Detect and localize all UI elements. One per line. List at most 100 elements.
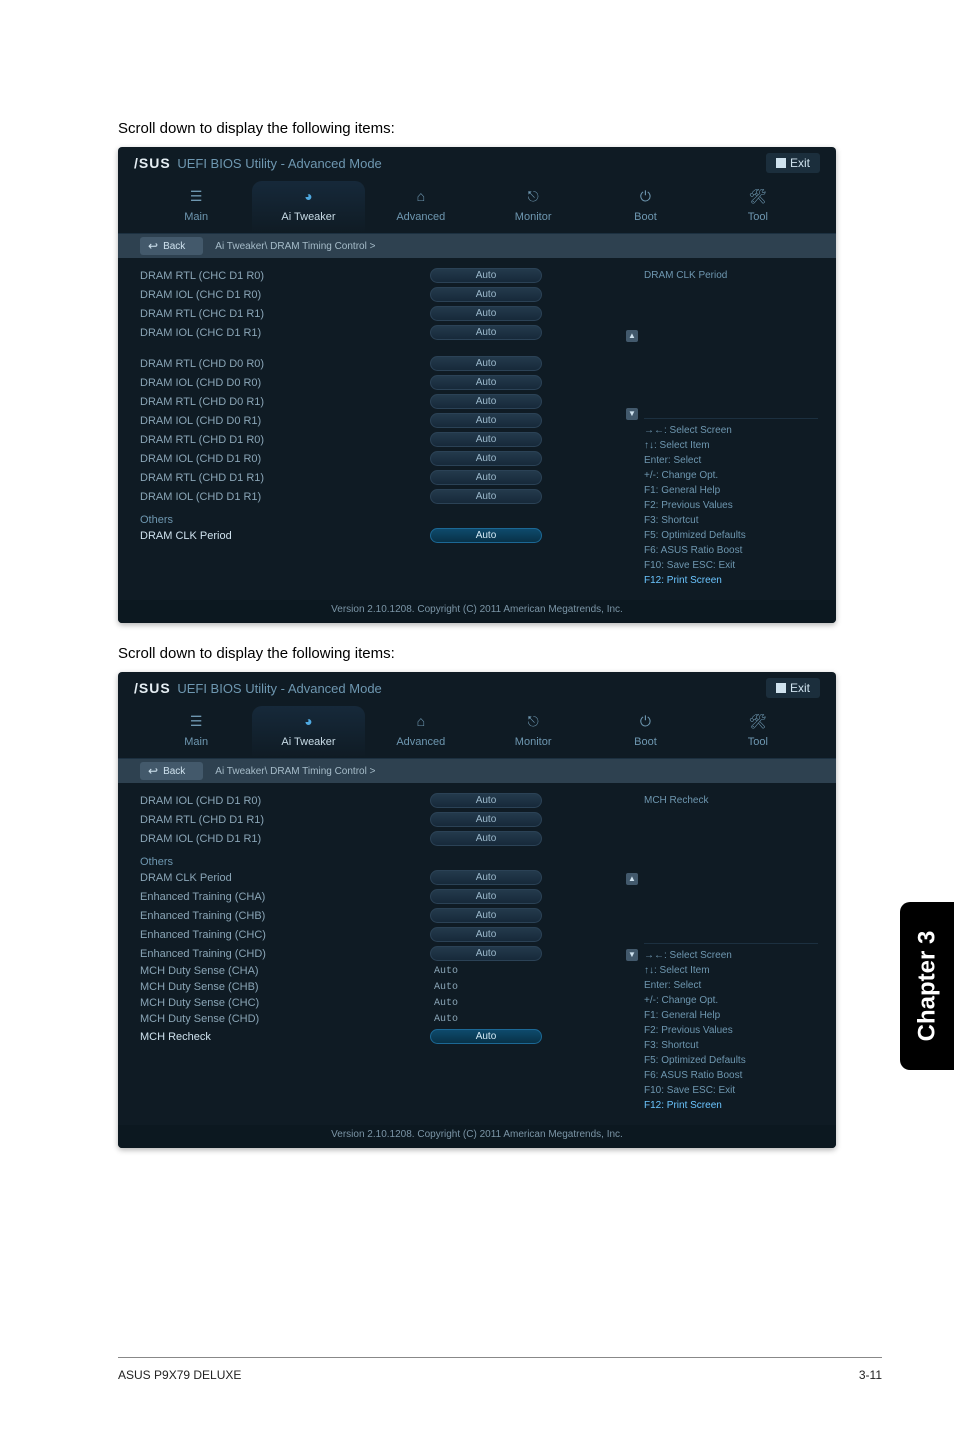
- setting-row[interactable]: DRAM IOL (CHD D0 R0)Auto: [140, 373, 630, 392]
- power-icon: ⏻: [632, 712, 658, 730]
- setting-value[interactable]: Auto: [430, 268, 542, 283]
- caption-1: Scroll down to display the following ite…: [118, 120, 836, 137]
- setting-row[interactable]: DRAM IOL (CHD D1 R0)Auto: [140, 449, 630, 468]
- setting-value-text[interactable]: Auto: [430, 998, 542, 1009]
- tab-mon-label: Monitor: [515, 736, 552, 748]
- exit-icon: [776, 683, 786, 693]
- tab-boot[interactable]: ⏻Boot: [589, 706, 701, 758]
- exit-button[interactable]: Exit: [766, 678, 820, 698]
- setting-value[interactable]: Auto: [430, 946, 542, 961]
- setting-value[interactable]: Auto: [430, 325, 542, 340]
- setting-value[interactable]: Auto: [430, 927, 542, 942]
- setting-label: DRAM RTL (CHD D1 R0): [140, 434, 430, 446]
- help-keys: →←: Select Screen↑↓: Select ItemEnter: S…: [644, 943, 818, 1113]
- setting-row-selected[interactable]: DRAM CLK PeriodAuto: [140, 526, 630, 545]
- setting-value[interactable]: Auto: [430, 394, 542, 409]
- setting-value[interactable]: Auto: [430, 870, 542, 885]
- setting-value[interactable]: Auto: [430, 489, 542, 504]
- setting-row[interactable]: MCH Duty Sense (CHA)Auto: [140, 963, 630, 979]
- scroll-down-icon[interactable]: ▼: [626, 949, 638, 961]
- setting-value-text[interactable]: Auto: [430, 1014, 542, 1025]
- setting-row[interactable]: DRAM IOL (CHC D1 R1)Auto: [140, 323, 630, 342]
- scroll-up-icon[interactable]: ▲: [626, 330, 638, 342]
- tab-tool[interactable]: 🛠Tool: [702, 181, 814, 233]
- setting-value[interactable]: Auto: [430, 528, 542, 543]
- setting-value[interactable]: Auto: [430, 812, 542, 827]
- exit-label: Exit: [790, 681, 810, 695]
- setting-value[interactable]: Auto: [430, 831, 542, 846]
- tab-ai-tweaker[interactable]: ◕Ai Tweaker: [252, 706, 364, 758]
- setting-label: MCH Duty Sense (CHA): [140, 965, 430, 977]
- setting-value[interactable]: Auto: [430, 413, 542, 428]
- setting-value[interactable]: Auto: [430, 356, 542, 371]
- setting-row[interactable]: DRAM IOL (CHD D0 R1)Auto: [140, 411, 630, 430]
- caption-2: Scroll down to display the following ite…: [118, 645, 836, 662]
- setting-row[interactable]: DRAM RTL (CHD D0 R0)Auto: [140, 354, 630, 373]
- setting-label: MCH Duty Sense (CHB): [140, 981, 430, 993]
- right-description: DRAM CLK Period: [644, 268, 818, 418]
- tab-tool[interactable]: 🛠Tool: [702, 706, 814, 758]
- setting-label: DRAM IOL (CHC D1 R1): [140, 327, 430, 339]
- power-icon: ⏻: [632, 187, 658, 205]
- setting-value[interactable]: Auto: [430, 470, 542, 485]
- setting-value[interactable]: Auto: [430, 451, 542, 466]
- setting-label: DRAM RTL (CHD D0 R1): [140, 396, 430, 408]
- setting-value[interactable]: Auto: [430, 793, 542, 808]
- setting-value-text[interactable]: Auto: [430, 982, 542, 993]
- tab-ai-tweaker[interactable]: ◕Ai Tweaker: [252, 181, 364, 233]
- tab-monitor[interactable]: ⎋Monitor: [477, 706, 589, 758]
- exit-button[interactable]: Exit: [766, 153, 820, 173]
- back-arrow-icon: ↩: [148, 239, 158, 253]
- help-panel: MCH Recheck →←: Select Screen↑↓: Select …: [636, 791, 822, 1117]
- scroll-down-icon[interactable]: ▼: [626, 408, 638, 420]
- setting-value[interactable]: Auto: [430, 375, 542, 390]
- back-button[interactable]: ↩ Back: [140, 237, 203, 255]
- setting-value[interactable]: Auto: [430, 306, 542, 321]
- setting-row[interactable]: DRAM IOL (CHD D1 R1)Auto: [140, 487, 630, 506]
- breadcrumb: ↩ Back Ai Tweaker\ DRAM Timing Control >: [118, 759, 836, 783]
- setting-row[interactable]: Enhanced Training (CHB)Auto: [140, 906, 630, 925]
- setting-row[interactable]: MCH Duty Sense (CHC)Auto: [140, 995, 630, 1011]
- setting-row[interactable]: MCH Duty Sense (CHB)Auto: [140, 979, 630, 995]
- plug-icon: ⎋: [520, 187, 546, 205]
- tab-boot[interactable]: ⏻Boot: [589, 181, 701, 233]
- setting-row[interactable]: DRAM IOL (CHC D1 R0)Auto: [140, 285, 630, 304]
- setting-row[interactable]: DRAM RTL (CHD D1 R0)Auto: [140, 430, 630, 449]
- setting-label: DRAM IOL (CHD D1 R1): [140, 491, 430, 503]
- setting-row[interactable]: Enhanced Training (CHD)Auto: [140, 944, 630, 963]
- setting-row[interactable]: DRAM RTL (CHC D1 R1)Auto: [140, 304, 630, 323]
- tab-ai-label: Ai Tweaker: [281, 211, 335, 223]
- setting-value[interactable]: Auto: [430, 1029, 542, 1044]
- setting-label: Enhanced Training (CHB): [140, 910, 430, 922]
- setting-value-text[interactable]: Auto: [430, 966, 542, 977]
- setting-label: DRAM RTL (CHC D1 R0): [140, 270, 430, 282]
- setting-row[interactable]: DRAM IOL (CHD D1 R0)Auto: [140, 791, 630, 810]
- tab-adv-label: Advanced: [396, 736, 445, 748]
- tab-main[interactable]: ☰Main: [140, 181, 252, 233]
- version-bar: Version 2.10.1208. Copyright (C) 2011 Am…: [118, 1125, 836, 1148]
- setting-value[interactable]: Auto: [430, 889, 542, 904]
- tab-monitor[interactable]: ⎋ Monitor: [477, 181, 589, 233]
- tab-advanced[interactable]: ⌂Advanced: [365, 181, 477, 233]
- setting-value[interactable]: Auto: [430, 287, 542, 302]
- section-others: Others: [140, 856, 630, 868]
- tab-main[interactable]: ☰Main: [140, 706, 252, 758]
- setting-value[interactable]: Auto: [430, 908, 542, 923]
- tab-advanced[interactable]: ⌂Advanced: [365, 706, 477, 758]
- setting-row[interactable]: DRAM RTL (CHC D1 R0)Auto: [140, 266, 630, 285]
- setting-row[interactable]: DRAM IOL (CHD D1 R1)Auto: [140, 829, 630, 848]
- setting-row[interactable]: DRAM RTL (CHD D1 R1)Auto: [140, 468, 630, 487]
- tab-mon-label: Monitor: [515, 211, 552, 223]
- setting-label: DRAM CLK Period: [140, 530, 430, 542]
- setting-row[interactable]: DRAM RTL (CHD D0 R1)Auto: [140, 392, 630, 411]
- setting-row[interactable]: MCH Duty Sense (CHD)Auto: [140, 1011, 630, 1027]
- setting-label: DRAM RTL (CHD D1 R1): [140, 814, 430, 826]
- setting-value[interactable]: Auto: [430, 432, 542, 447]
- setting-row[interactable]: DRAM CLK PeriodAuto: [140, 868, 630, 887]
- setting-row-selected[interactable]: MCH RecheckAuto: [140, 1027, 630, 1046]
- setting-row[interactable]: Enhanced Training (CHC)Auto: [140, 925, 630, 944]
- setting-row[interactable]: DRAM RTL (CHD D1 R1)Auto: [140, 810, 630, 829]
- scroll-up-icon[interactable]: ▲: [626, 873, 638, 885]
- setting-row[interactable]: Enhanced Training (CHA)Auto: [140, 887, 630, 906]
- back-button[interactable]: ↩ Back: [140, 762, 203, 780]
